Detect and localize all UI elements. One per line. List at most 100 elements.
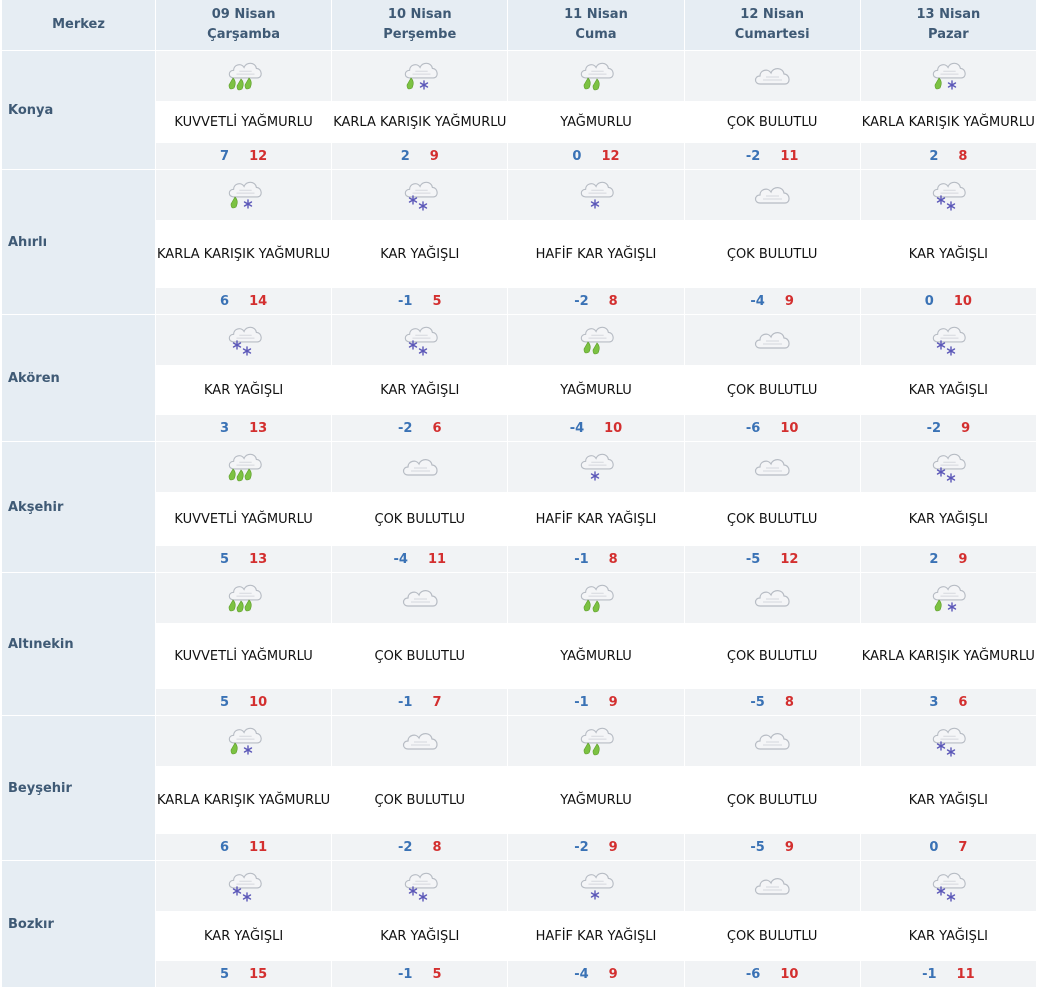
- condition-label: YAĞMURLU: [508, 766, 684, 834]
- snow-icon: [933, 181, 967, 211]
- max-temperature: 9: [608, 839, 618, 855]
- weather-icon-box: [156, 315, 332, 365]
- forecast-cell: KARLA KARIŞIK YAĞMURLU 3 6: [860, 572, 1037, 715]
- condition-label: KAR YAĞIŞLI: [860, 492, 1036, 546]
- min-temperature: -2: [574, 293, 589, 309]
- max-temperature: 11: [956, 966, 975, 982]
- condition-label: HAFİF KAR YAĞIŞLI: [508, 220, 684, 288]
- condition-label: KAR YAĞIŞLI: [860, 911, 1036, 961]
- temperature-range: -4 10: [508, 415, 684, 441]
- weather-icon-box: [860, 442, 1036, 492]
- condition-label: ÇOK BULUTLU: [684, 101, 860, 143]
- weather-icon-box: [156, 51, 332, 101]
- temperature-range: -6 10: [684, 415, 860, 441]
- max-temperature: 11: [249, 839, 268, 855]
- temperature-range: 28: [860, 143, 1036, 169]
- forecast-cell: YAĞMURLU -4 10: [508, 314, 685, 441]
- cloudy-icon: [402, 459, 438, 476]
- temperature-range: -5 12: [684, 546, 860, 572]
- cloudy-icon: [402, 733, 438, 750]
- min-temperature: 3: [929, 694, 939, 710]
- forecast-cell: KAR YAĞIŞLI 3 13: [156, 314, 333, 441]
- light-snow-icon: [580, 181, 614, 209]
- temperature-range: -2 8: [508, 288, 684, 314]
- temperature-range: 5 10: [156, 689, 332, 715]
- condition-label: ÇOK BULUTLU: [684, 220, 860, 288]
- forecast-body: Konya KUVVETLİ YAĞMURLU 7 12 KARLA KARIŞIK Y…: [2, 50, 1037, 987]
- forecast-cell: KARLA KARIŞIK YAĞMURLU 2 9: [332, 50, 509, 169]
- city-row-3: Akşehir KUVVETLİ YAĞMURLU 5 13 ÇOK BULUTLU -4…: [2, 441, 1037, 572]
- weather-icon-box: [508, 861, 684, 911]
- weather-icon-box: [684, 315, 860, 365]
- condition-label: KAR YAĞIŞLI: [332, 911, 508, 961]
- weather-icon-box: [332, 442, 508, 492]
- weather-icon-box: [332, 170, 508, 220]
- condition-label: KARLA KARIŞIK YAĞMURLU: [860, 101, 1036, 143]
- weather-icon-box: [860, 573, 1036, 623]
- min-temperature: -1: [574, 694, 589, 710]
- min-temperature: 2: [929, 551, 939, 567]
- max-temperature: 9: [608, 694, 618, 710]
- rain-icon: [580, 584, 614, 613]
- weather-icon-box: [508, 315, 684, 365]
- snow-icon: [933, 872, 967, 902]
- forecast-table: Merkez 09 Nisan Çarşamba 10 Nisan Perşembe 1…: [2, 0, 1037, 987]
- sleet-icon: [933, 584, 967, 612]
- temperature-range: 6 11: [156, 834, 332, 860]
- condition-label: HAFİF KAR YAĞIŞLI: [508, 492, 684, 546]
- temperature-range: -4 9: [508, 961, 684, 987]
- city-name: Bozkır: [2, 860, 156, 987]
- max-temperature: 6: [958, 694, 968, 710]
- min-temperature: -4: [569, 420, 585, 436]
- forecast-cell: KAR YAĞIŞLI -2 6: [332, 314, 509, 441]
- weather-icon-box: [332, 51, 508, 101]
- weather-icon-box: [508, 573, 684, 623]
- condition-label: KAR YAĞIŞLI: [156, 911, 332, 961]
- forecast-cell: ÇOK BULUTLU -5 8: [684, 572, 861, 715]
- min-temperature: -6: [745, 966, 761, 982]
- max-temperature: 8: [608, 293, 618, 309]
- condition-label: YAĞMURLU: [508, 101, 684, 143]
- min-temperature: -6: [745, 420, 761, 436]
- min-temperature: -2: [398, 839, 413, 855]
- weather-icon-box: [508, 51, 684, 101]
- forecast-cell: ÇOK BULUTLU -4 11: [332, 441, 509, 572]
- forecast-cell: KAR YAĞIŞLI -1 5: [332, 860, 509, 987]
- heavy-rain-icon: [228, 584, 262, 613]
- cloudy-icon: [755, 68, 790, 85]
- sleet-icon: [933, 62, 967, 90]
- day-weekday: Pazar: [928, 27, 969, 42]
- temperature-range: 3 13: [156, 415, 332, 441]
- temperature-range: 7 12: [156, 143, 332, 169]
- condition-label: ÇOK BULUTLU: [332, 623, 508, 689]
- max-temperature: 8: [784, 694, 794, 710]
- snow-icon: [404, 872, 438, 902]
- condition-label: KAR YAĞIŞLI: [332, 220, 508, 288]
- max-temperature: 7: [958, 839, 968, 855]
- forecast-cell: YAĞMURLU 0 12: [508, 50, 685, 169]
- forecast-cell: ÇOK BULUTLU -4 9: [684, 169, 861, 314]
- max-temperature: 11: [780, 148, 799, 164]
- temperature-range: -2 8: [332, 834, 508, 860]
- city-row-1: Ahırlı KARLA KARIŞIK YAĞMURLU 6 14 KAR YAĞIŞ…: [2, 169, 1037, 314]
- weather-icon-box: [860, 716, 1036, 766]
- condition-label: KAR YAĞIŞLI: [156, 365, 332, 415]
- city-column-header: Merkez: [2, 0, 156, 50]
- temperature-range: 29: [860, 546, 1036, 572]
- light-snow-icon: [580, 872, 614, 900]
- temperature-range: 07: [860, 834, 1036, 860]
- condition-label: ÇOK BULUTLU: [684, 623, 860, 689]
- weather-icon-box: [508, 442, 684, 492]
- weather-icon-box: [684, 716, 860, 766]
- forecast-cell: KUVVETLİ YAĞMURLU 7 12: [156, 50, 333, 169]
- min-temperature: 5: [220, 551, 230, 567]
- weather-icon-box: [332, 716, 508, 766]
- min-temperature: 0: [924, 293, 934, 309]
- temperature-range: -6 10: [684, 961, 860, 987]
- max-temperature: 10: [780, 420, 799, 436]
- weather-icon-box: [860, 315, 1036, 365]
- max-temperature: 8: [958, 148, 968, 164]
- max-temperature: 9: [608, 966, 618, 982]
- forecast-cell: ÇOK BULUTLU -6 10: [684, 860, 861, 987]
- day-date: 13 Nisan: [916, 7, 981, 22]
